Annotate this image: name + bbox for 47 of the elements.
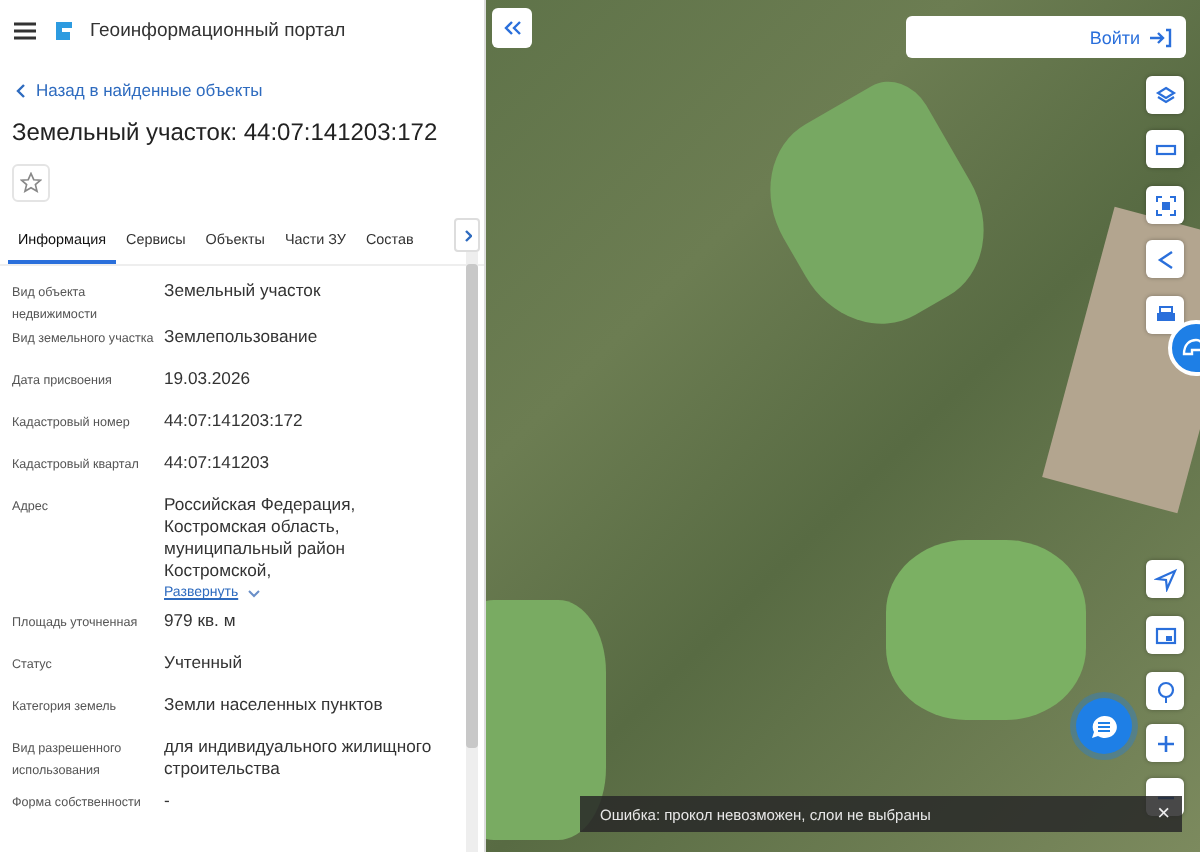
field-value: Земли населенных пунктов xyxy=(164,694,385,716)
field-value: Землепользование xyxy=(164,326,320,348)
scrollbar-thumb[interactable] xyxy=(466,264,478,748)
field-value: 44:07:141203:172 xyxy=(164,410,305,432)
zoom-in-button[interactable] xyxy=(1146,724,1184,762)
field-value: 979 кв. м xyxy=(164,610,238,632)
login-button[interactable]: Войти xyxy=(906,16,1186,58)
layers-icon xyxy=(1153,83,1177,107)
share-button[interactable] xyxy=(1146,240,1184,278)
collapse-panel-button[interactable] xyxy=(492,8,532,48)
field-value: для индивидуального жилищного строительства xyxy=(164,736,434,780)
printer-icon xyxy=(1153,303,1177,327)
object-title: Земельный участок: 44:07:141203:172 xyxy=(12,118,440,146)
print-button[interactable] xyxy=(1146,296,1184,334)
zoom-in-icon xyxy=(1153,731,1177,755)
portal-logo-icon xyxy=(52,19,74,41)
field-value: Учтенный xyxy=(164,652,245,674)
navigation-arrow-icon xyxy=(1153,567,1177,591)
back-link[interactable]: Назад в найденные объекты xyxy=(0,56,279,100)
portal-title: Геоинформационный портал xyxy=(90,19,346,41)
field-value: 44:07:141203 xyxy=(164,452,272,474)
tabs-scroll-button[interactable] xyxy=(454,218,480,252)
layers-button[interactable] xyxy=(1146,76,1184,114)
chevron-right-icon xyxy=(463,229,471,241)
field-value: - xyxy=(164,790,172,812)
field-value: Российская Федерация, Костромская область, муниципальный район Костромской, xyxy=(164,494,358,582)
locate-button[interactable] xyxy=(1146,560,1184,598)
menu-icon[interactable] xyxy=(14,21,36,39)
caret-down-icon xyxy=(248,589,261,597)
picture-in-picture-icon xyxy=(1153,623,1177,647)
chat-bubble-icon xyxy=(1090,713,1118,739)
share-icon xyxy=(1153,247,1177,271)
field-value: 19.03.2026 xyxy=(164,368,253,390)
map-pin-icon xyxy=(1153,679,1177,703)
minimap-button[interactable] xyxy=(1146,616,1184,654)
login-icon xyxy=(1150,27,1172,47)
star-icon xyxy=(20,172,42,194)
select-area-button[interactable] xyxy=(1146,186,1184,224)
favorite-button[interactable] xyxy=(12,164,50,202)
marker-button[interactable] xyxy=(1146,672,1184,710)
satellite-map-photo[interactable] xyxy=(486,0,1200,852)
chevron-left-icon xyxy=(16,83,26,97)
scan-frame-icon xyxy=(1153,193,1177,217)
field-value: Земельный участок xyxy=(164,280,323,302)
measure-button[interactable] xyxy=(1146,130,1184,168)
close-button[interactable]: × xyxy=(1157,803,1170,825)
double-chevron-left-icon xyxy=(503,20,521,36)
